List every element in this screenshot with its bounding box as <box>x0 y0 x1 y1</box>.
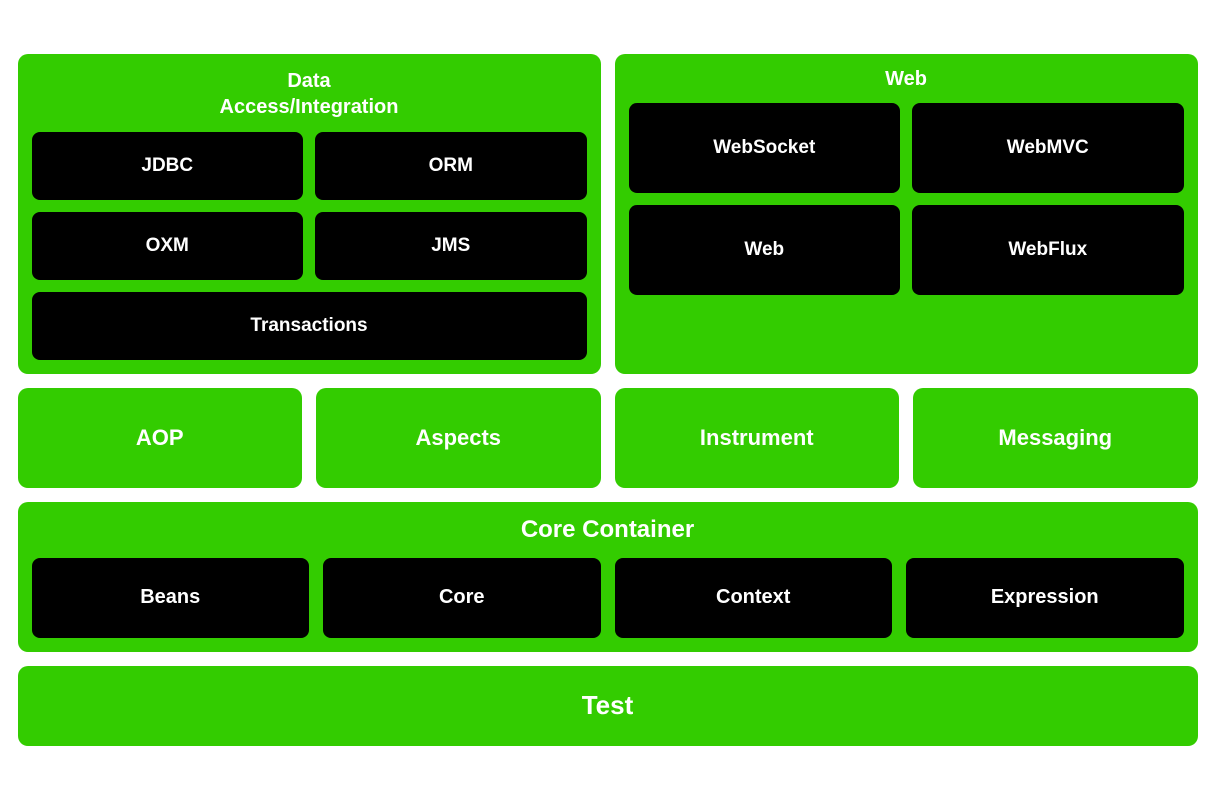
transactions-box: Transactions <box>32 292 587 360</box>
aspects-box: Aspects <box>316 388 601 488</box>
core-grid: Beans Core Context Expression <box>32 558 1184 638</box>
aop-box: AOP <box>18 388 303 488</box>
spring-framework-diagram: Data Access/Integration JDBC ORM OXM JMS… <box>18 54 1198 746</box>
messaging-box: Messaging <box>913 388 1198 488</box>
beans-box: Beans <box>32 558 310 638</box>
web-section: Web WebSocket WebMVC Web WebFlux <box>615 54 1198 374</box>
jdbc-box: JDBC <box>32 132 304 200</box>
row-top: Data Access/Integration JDBC ORM OXM JMS… <box>18 54 1198 374</box>
websocket-box: WebSocket <box>629 103 901 193</box>
context-box: Context <box>615 558 893 638</box>
row-middle: AOP Aspects Instrument Messaging <box>18 388 1198 488</box>
webflux-box: WebFlux <box>912 205 1184 295</box>
core-container-title: Core Container <box>32 516 1184 544</box>
web-title: Web <box>629 68 1184 91</box>
web-grid: WebSocket WebMVC Web WebFlux <box>629 103 1184 295</box>
webmvc-box: WebMVC <box>912 103 1184 193</box>
expression-box: Expression <box>906 558 1184 638</box>
data-access-grid: JDBC ORM OXM JMS Transactions <box>32 132 587 360</box>
instrument-box: Instrument <box>615 388 900 488</box>
oxm-box: OXM <box>32 212 304 280</box>
core-container-section: Core Container Beans Core Context Expres… <box>18 502 1198 652</box>
test-section: Test <box>18 666 1198 746</box>
jms-box: JMS <box>315 212 587 280</box>
orm-box: ORM <box>315 132 587 200</box>
data-access-title: Data Access/Integration <box>32 68 587 120</box>
web-box: Web <box>629 205 901 295</box>
core-box: Core <box>323 558 601 638</box>
data-access-section: Data Access/Integration JDBC ORM OXM JMS… <box>18 54 601 374</box>
